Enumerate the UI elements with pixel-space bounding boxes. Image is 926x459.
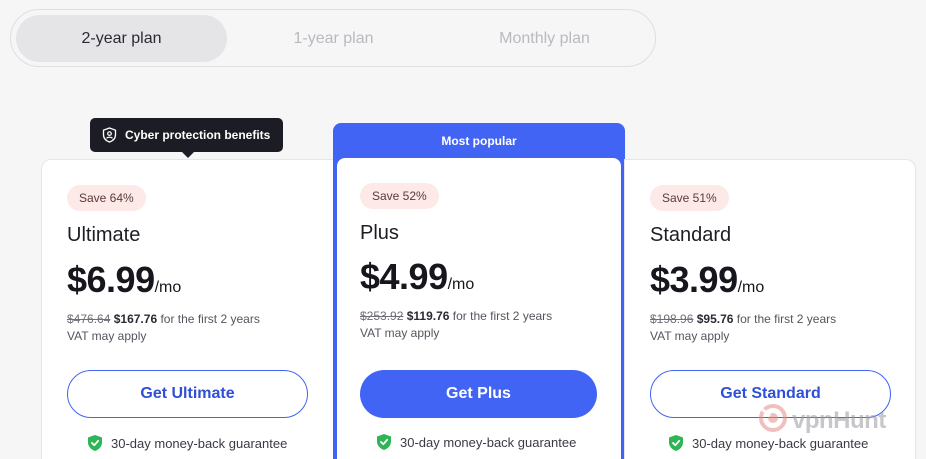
original-price: $253.92 (360, 309, 404, 323)
money-back-guarantee: 30-day money-back guarantee (377, 434, 576, 450)
original-price: $476.64 (67, 312, 111, 326)
vpnhunt-logo-icon (758, 403, 788, 438)
price-period: /mo (154, 279, 182, 296)
vat-note: VAT may apply (650, 329, 730, 343)
tab-monthly-plan[interactable]: Monthly plan (439, 15, 650, 62)
guarantee-text: 30-day money-back guarantee (400, 434, 577, 450)
billing-period: for the first 2 years (733, 312, 837, 326)
shield-check-icon (377, 434, 391, 450)
billing-period: for the first 2 years (157, 312, 260, 326)
discounted-total: $119.76 (406, 309, 450, 323)
price-amount: $6.99 (67, 259, 155, 300)
shield-user-icon (102, 127, 117, 143)
price-amount: $4.99 (360, 256, 448, 297)
get-ultimate-button[interactable]: Get Ultimate (67, 370, 308, 418)
original-price: $198.96 (650, 312, 694, 326)
watermark-text: vpnHunt (792, 406, 886, 434)
watermark: vpnHunt (758, 403, 886, 438)
vat-note: VAT may apply (67, 329, 147, 343)
plan-name: Ultimate (67, 224, 141, 246)
plan-card-plus: Most popular Save 52% Plus $4.99/mo $253… (333, 123, 625, 459)
save-badge: Save 64% (67, 185, 146, 211)
cyber-protection-tooltip: Cyber protection benefits (90, 118, 283, 158)
shield-check-icon (88, 435, 102, 451)
discounted-total: $167.76 (113, 312, 158, 326)
vat-note: VAT may apply (360, 326, 440, 340)
money-back-guarantee: 30-day money-back guarantee (88, 435, 287, 451)
shield-check-icon (669, 435, 683, 451)
plan-period-toggle: 2-year plan 1-year plan Monthly plan (10, 9, 656, 67)
guarantee-text: 30-day money-back guarantee (111, 435, 288, 451)
plan-price: $6.99/mo (67, 259, 181, 301)
plan-card-plus-body: Save 52% Plus $4.99/mo $253.92 $119.76 f… (337, 158, 621, 459)
most-popular-label: Most popular (441, 133, 517, 148)
price-period: /mo (447, 276, 475, 293)
tab-2-year-plan[interactable]: 2-year plan (16, 15, 227, 62)
plan-name: Standard (650, 224, 732, 246)
save-badge: Save 51% (650, 185, 729, 211)
plan-name: Plus (360, 222, 399, 244)
tab-1-year-plan[interactable]: 1-year plan (228, 15, 439, 62)
tooltip-text: Cyber protection benefits (125, 128, 271, 142)
plan-price: $4.99/mo (360, 256, 474, 298)
billing-info: $476.64 $167.76 for the first 2 years VA… (67, 311, 260, 345)
billing-period: for the first 2 years (449, 309, 553, 323)
price-amount: $3.99 (650, 259, 738, 300)
save-badge: Save 52% (360, 183, 439, 209)
plan-card-ultimate: Save 64% Ultimate $6.99/mo $476.64 $167.… (41, 159, 334, 459)
discounted-total: $95.76 (696, 312, 734, 326)
billing-info: $198.96 $95.76 for the first 2 years VAT… (650, 311, 836, 345)
billing-info: $253.92 $119.76 for the first 2 years VA… (360, 308, 552, 342)
get-plus-button[interactable]: Get Plus (360, 370, 597, 418)
plan-price: $3.99/mo (650, 259, 764, 301)
price-period: /mo (737, 279, 765, 296)
